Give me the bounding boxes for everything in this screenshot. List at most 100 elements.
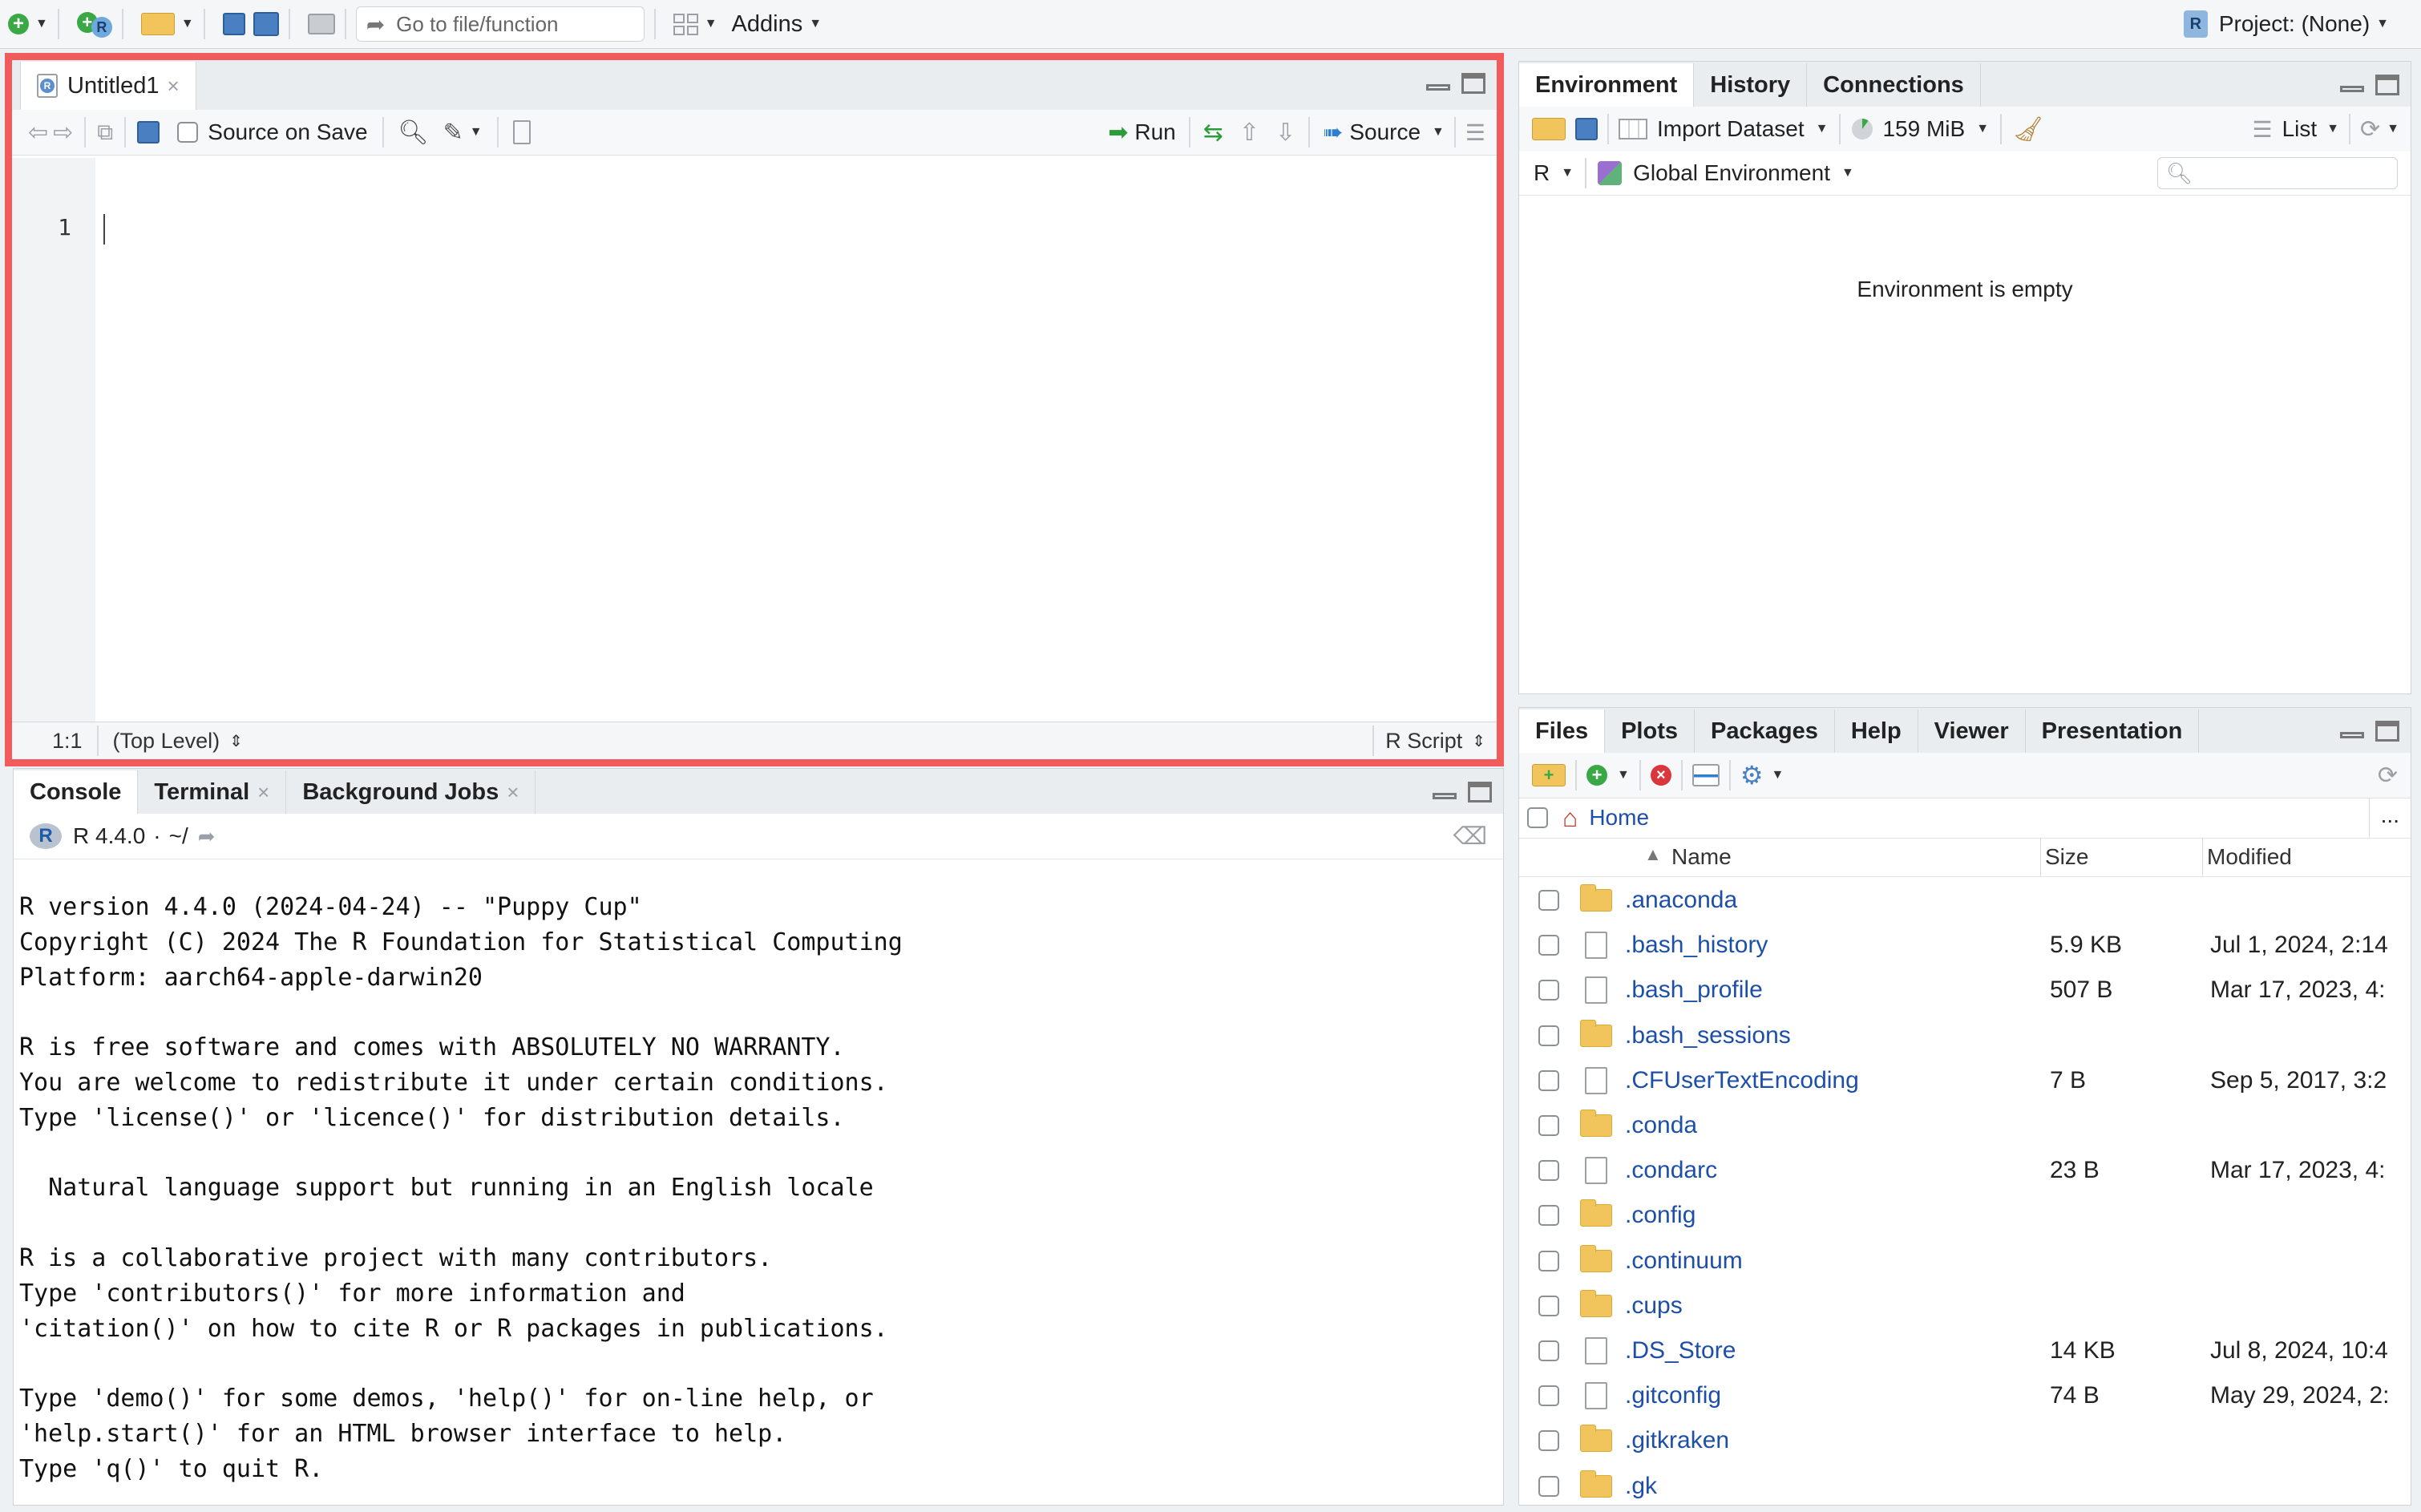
tab-history[interactable]: History <box>1694 63 1808 107</box>
file-checkbox[interactable] <box>1538 1069 1559 1091</box>
addins-menu[interactable]: Addins ▼ <box>732 6 822 42</box>
new-project-button[interactable]: + R <box>76 6 112 42</box>
load-workspace-icon[interactable] <box>1532 118 1566 140</box>
tab-environment[interactable]: Environment <box>1519 63 1695 107</box>
tab-packages[interactable]: Packages <box>1695 710 1835 753</box>
project-menu[interactable]: R Project: (None) ▼ <box>2183 6 2389 42</box>
search-icon[interactable]: 🔍︎ <box>398 119 429 147</box>
file-name-link[interactable]: .gitkraken <box>1625 1427 1729 1454</box>
tab-background-jobs[interactable]: Background Jobs × <box>286 770 536 814</box>
new-blank-file-button[interactable]: + ▼ <box>1586 765 1630 786</box>
console-output[interactable]: R version 4.4.0 (2024-04-24) -- "Puppy C… <box>19 890 903 1487</box>
refresh-icon[interactable]: ⟳ <box>2360 115 2380 144</box>
scope-selector[interactable]: Global Environment ▼ <box>1598 160 1854 186</box>
tab-untitled1[interactable]: R Untitled1 × <box>20 62 196 110</box>
file-checkbox[interactable] <box>1538 1385 1559 1407</box>
open-file-button[interactable]: ▼ <box>140 6 194 42</box>
file-name-link[interactable]: .conda <box>1625 1112 1697 1139</box>
tab-help[interactable]: Help <box>1835 710 1918 753</box>
file-name-link[interactable]: .bash_sessions <box>1625 1022 1791 1049</box>
file-row[interactable]: .continuum <box>1519 1239 2411 1284</box>
tab-presentation[interactable]: Presentation <box>2026 710 2200 753</box>
memory-usage-button[interactable]: 159 MiB ▼ <box>1852 116 1989 142</box>
file-name-link[interactable]: .CFUserTextEncoding <box>1625 1067 1859 1094</box>
file-name-link[interactable]: .DS_Store <box>1625 1337 1736 1364</box>
file-checkbox[interactable] <box>1538 935 1559 956</box>
file-row[interactable]: .bash_sessions <box>1519 1013 2411 1058</box>
clear-objects-broom-icon[interactable]: 🧹︎ <box>2013 115 2043 144</box>
file-name-link[interactable]: .gitconfig <box>1625 1382 1721 1409</box>
chevron-down-icon[interactable]: ▼ <box>1432 125 1445 139</box>
language-selector[interactable]: R ▼ <box>1534 160 1574 186</box>
select-all-checkbox[interactable] <box>1527 807 1548 828</box>
minimize-icon[interactable] <box>2340 86 2364 92</box>
tab-connections[interactable]: Connections <box>1807 63 1981 107</box>
file-row[interactable]: .bash_profile 507 B Mar 17, 2023, 4: <box>1519 968 2411 1013</box>
file-name-link[interactable]: .gk <box>1625 1473 1657 1500</box>
outline-icon[interactable]: ☰ <box>1465 119 1485 146</box>
go-to-dir-icon[interactable]: ➦ <box>198 824 216 849</box>
file-name-link[interactable]: .continuum <box>1625 1247 1743 1275</box>
tab-viewer[interactable]: Viewer <box>1918 710 2026 753</box>
tab-console[interactable]: Console <box>14 770 139 814</box>
maximize-icon[interactable] <box>2375 721 2399 742</box>
code-tools-icon[interactable]: ✎ <box>443 119 463 147</box>
file-checkbox[interactable] <box>1538 980 1559 1001</box>
file-row[interactable]: .bash_history 5.9 KB Jul 1, 2024, 2:14 <box>1519 923 2411 968</box>
file-type-selector[interactable]: R Script ⇕ <box>1385 729 1485 754</box>
save-icon[interactable] <box>137 121 160 144</box>
file-name-link[interactable]: .config <box>1625 1202 1696 1229</box>
file-checkbox[interactable] <box>1538 1475 1559 1497</box>
compile-report-icon[interactable] <box>512 120 531 144</box>
save-workspace-icon[interactable] <box>1575 118 1598 140</box>
save-button[interactable] <box>222 6 245 42</box>
file-checkbox[interactable] <box>1538 1115 1559 1136</box>
file-row[interactable]: .cups <box>1519 1284 2411 1328</box>
go-to-file-input[interactable]: ➦ Go to file/function <box>355 6 645 42</box>
file-row[interactable]: .conda <box>1519 1103 2411 1148</box>
file-name-link[interactable]: .bash_profile <box>1625 976 1763 1004</box>
rerun-icon[interactable]: ⇆ <box>1203 119 1223 147</box>
maximize-icon[interactable] <box>1468 782 1492 802</box>
minimize-icon[interactable] <box>1433 793 1457 799</box>
more-gear-button[interactable]: ⚙ ▼ <box>1740 760 1784 790</box>
column-size[interactable]: Size <box>2045 844 2088 870</box>
forward-arrow-icon[interactable]: ⇨ <box>53 119 73 147</box>
file-checkbox[interactable] <box>1538 1205 1559 1227</box>
file-name-link[interactable]: .cups <box>1625 1292 1683 1320</box>
delete-icon[interactable]: × <box>1650 765 1671 786</box>
source-on-save-checkbox[interactable] <box>177 122 199 143</box>
close-icon[interactable]: × <box>167 74 179 99</box>
file-row[interactable]: .DS_Store 14 KB Jul 8, 2024, 10:4 <box>1519 1328 2411 1373</box>
tab-plots[interactable]: Plots <box>1605 710 1695 753</box>
up-arrow-icon[interactable]: ⇧ <box>1239 119 1259 147</box>
close-icon[interactable]: × <box>507 780 519 805</box>
file-name-link[interactable]: .anaconda <box>1625 887 1737 914</box>
file-row[interactable]: .condarc 23 B Mar 17, 2023, 4: <box>1519 1148 2411 1193</box>
file-row[interactable]: .CFUserTextEncoding 7 B Sep 5, 2017, 3:2 <box>1519 1058 2411 1103</box>
scope-selector[interactable]: (Top Level) ⇕ <box>113 729 243 754</box>
source-button[interactable]: ➠ Source <box>1323 119 1421 147</box>
down-arrow-icon[interactable]: ⇩ <box>1275 119 1295 147</box>
new-file-button[interactable]: + ▼ <box>8 6 48 42</box>
more-path-button[interactable]: ... <box>2368 798 2411 838</box>
file-checkbox[interactable] <box>1538 1430 1559 1452</box>
file-checkbox[interactable] <box>1538 890 1559 911</box>
print-button[interactable] <box>307 6 335 42</box>
clear-console-icon[interactable]: ⌫ <box>1453 823 1487 851</box>
run-button[interactable]: ➡ Run <box>1108 119 1176 147</box>
file-checkbox[interactable] <box>1538 1250 1559 1271</box>
breadcrumb-home[interactable]: Home <box>1589 805 1649 831</box>
chevron-down-icon[interactable]: ▼ <box>470 125 483 139</box>
column-name[interactable]: Name <box>1671 844 1732 870</box>
file-checkbox[interactable] <box>1538 1160 1559 1182</box>
minimize-icon[interactable] <box>1426 84 1450 91</box>
minimize-icon[interactable] <box>2340 732 2364 738</box>
tab-files[interactable]: Files <box>1519 710 1606 753</box>
file-name-link[interactable]: .bash_history <box>1625 932 1768 959</box>
column-modified[interactable]: Modified <box>2207 844 2292 870</box>
close-icon[interactable]: × <box>257 780 269 805</box>
back-arrow-icon[interactable]: ⇦ <box>28 119 48 147</box>
file-row[interactable]: .anaconda <box>1519 878 2411 923</box>
new-folder-icon[interactable]: + <box>1532 764 1566 786</box>
